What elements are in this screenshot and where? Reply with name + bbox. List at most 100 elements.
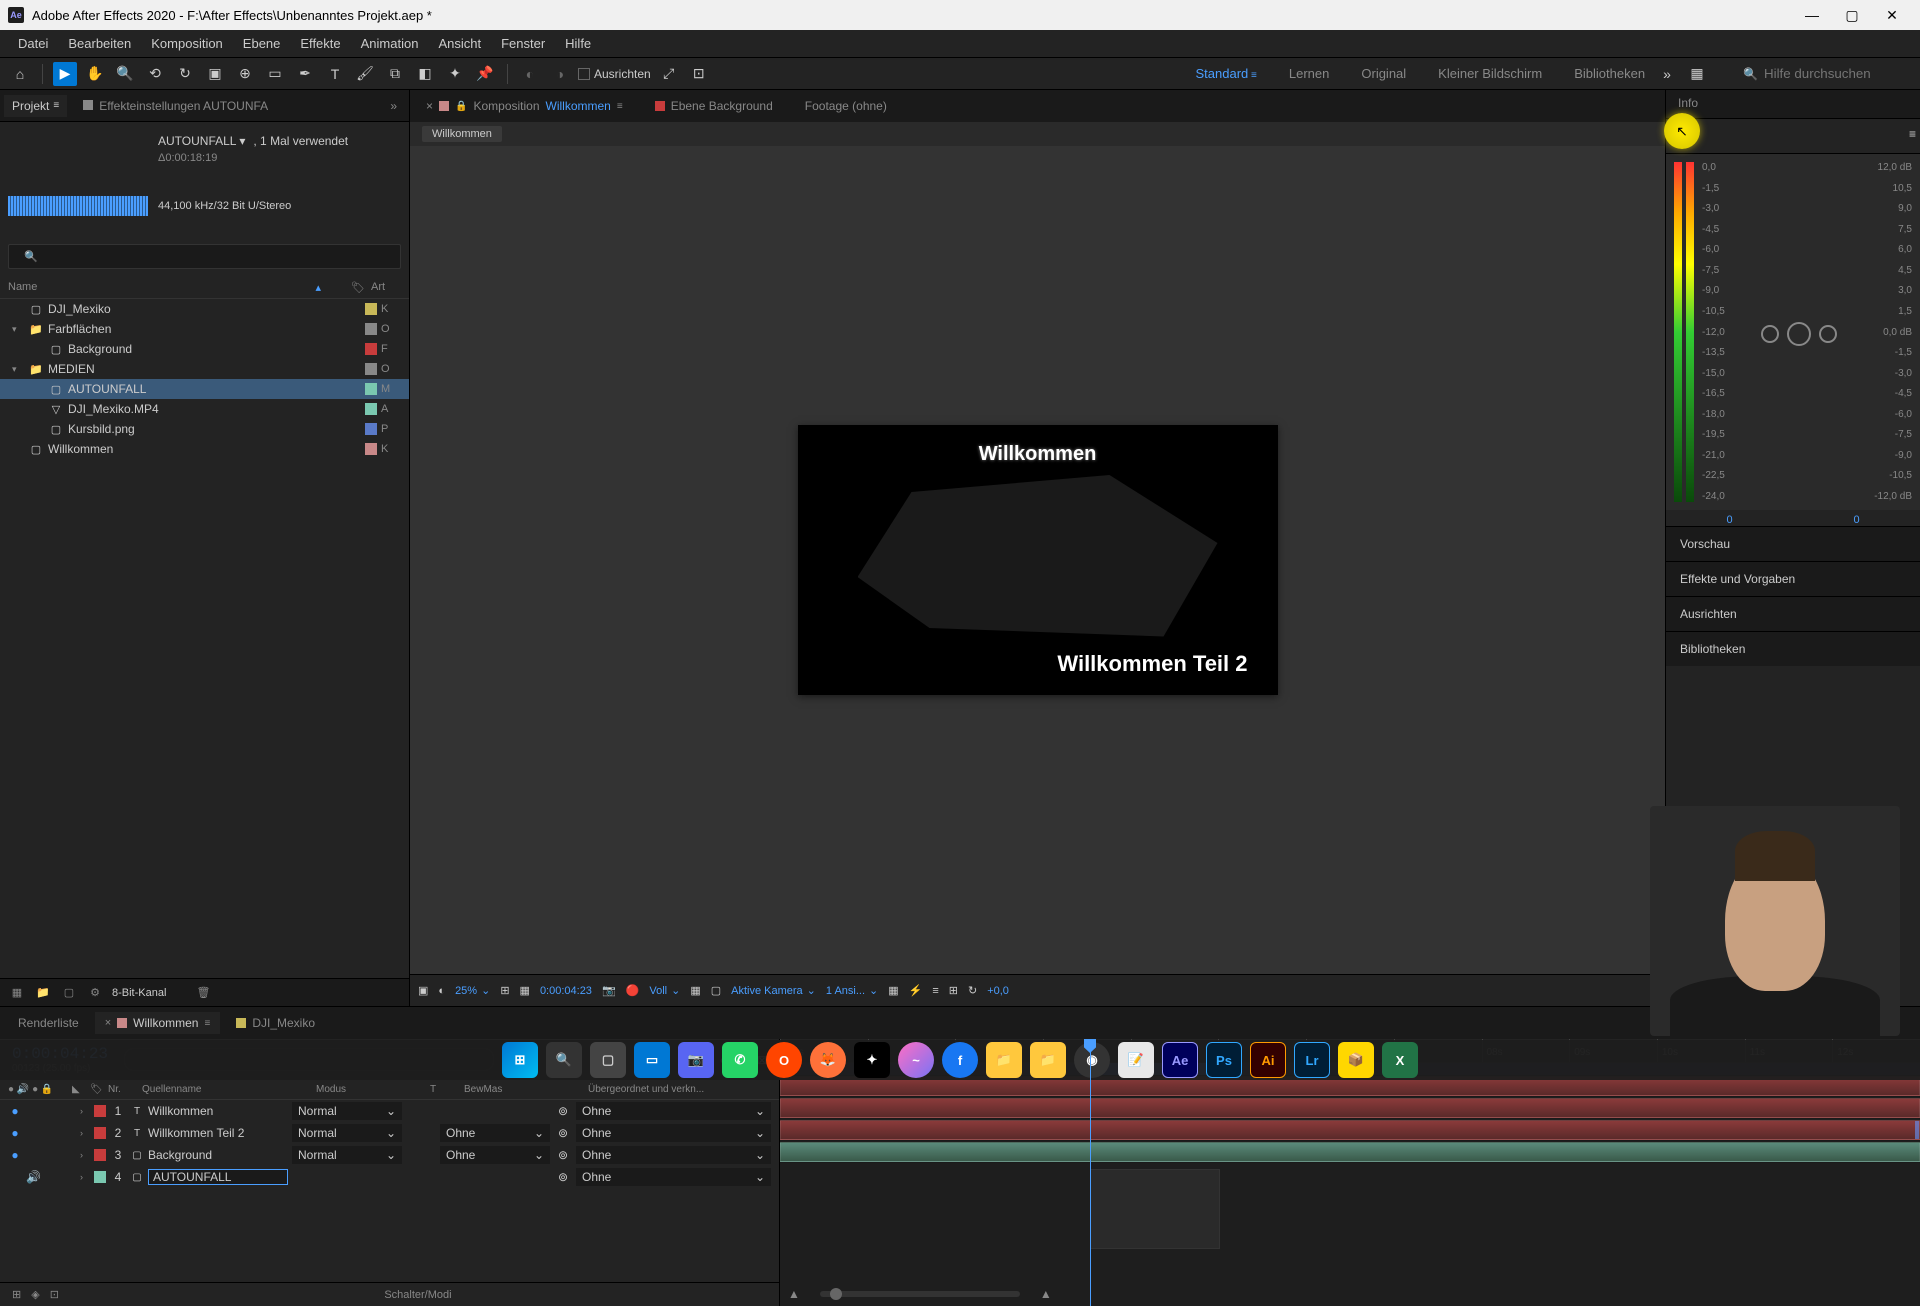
menu-ansicht[interactable]: Ansicht	[428, 32, 491, 55]
puppet-tool[interactable]: 📌	[473, 62, 497, 86]
taskbar-app[interactable]: ▭	[634, 1042, 670, 1078]
tree-item-autounfall[interactable]: ▢AUTOUNFALLM	[0, 379, 409, 399]
transparency-grid-icon[interactable]: ▦	[690, 984, 700, 997]
taskbar-app[interactable]: 📁	[986, 1042, 1022, 1078]
interpret-footage-icon[interactable]: ▦	[8, 984, 26, 1002]
taskbar-app[interactable]: 🔍	[546, 1042, 582, 1078]
workspace-overflow-icon[interactable]: »	[1655, 62, 1679, 86]
hand-tool[interactable]: ✋	[83, 62, 107, 86]
clip-willkommen-2[interactable]	[780, 1098, 1920, 1118]
switches-modes-toggle[interactable]: Schalter/Modi	[69, 1289, 767, 1301]
maximize-button[interactable]: ▢	[1842, 5, 1862, 25]
panel-effekte-und-vorgaben[interactable]: Effekte und Vorgaben	[1666, 561, 1920, 596]
camera-tool[interactable]: ▣	[203, 62, 227, 86]
workspace-original[interactable]: Original	[1357, 62, 1410, 85]
mask-visibility-icon[interactable]: ▣	[418, 984, 428, 997]
menu-bearbeiten[interactable]: Bearbeiten	[58, 32, 141, 55]
taskbar-app[interactable]: 📷	[678, 1042, 714, 1078]
project-tab[interactable]: Projekt≡	[4, 95, 67, 117]
level-knob-center[interactable]	[1787, 322, 1811, 346]
taskbar-app[interactable]: 🦊	[810, 1042, 846, 1078]
region-icon[interactable]: ▢	[711, 984, 721, 997]
speaker-column-icon[interactable]: 🔊	[17, 1084, 29, 1095]
workspace-layout-icon[interactable]: ▦	[1685, 62, 1709, 86]
close-button[interactable]: ✕	[1882, 5, 1902, 25]
settings-icon[interactable]: ⚙	[86, 984, 104, 1002]
taskbar-app[interactable]: ✦	[854, 1042, 890, 1078]
minimize-button[interactable]: —	[1802, 5, 1822, 25]
footage-tab[interactable]: Footage (ohne)	[797, 95, 895, 117]
tab-close-icon[interactable]: ×	[105, 1017, 111, 1029]
panel-menu-icon[interactable]: ≡	[1909, 127, 1916, 141]
eye-column-icon[interactable]: ●	[8, 1084, 14, 1095]
menu-animation[interactable]: Animation	[351, 32, 429, 55]
footer-toggle-1-icon[interactable]: ⊞	[12, 1288, 21, 1301]
zoom-in-icon[interactable]: ▲	[1040, 1287, 1052, 1301]
taskbar-app[interactable]: f	[942, 1042, 978, 1078]
grid-icon[interactable]: ▦	[520, 984, 530, 997]
menu-effekte[interactable]: Effekte	[290, 32, 350, 55]
zoom-dropdown[interactable]: 25% ⌄	[455, 984, 490, 997]
new-comp-icon[interactable]: ▢	[60, 984, 78, 1002]
level-knob-left[interactable]	[1761, 325, 1779, 343]
flowchart-crumb[interactable]: Willkommen	[422, 126, 502, 142]
taskbar-app[interactable]: 📦	[1338, 1042, 1374, 1078]
channel-icon[interactable]: 🔴	[626, 984, 640, 997]
text-tool[interactable]: T	[323, 62, 347, 86]
tool-option-1[interactable]: ◐	[518, 62, 542, 86]
sort-indicator-icon[interactable]: ▴	[315, 281, 321, 294]
tree-item-willkommen[interactable]: ▢WillkommenK	[0, 439, 409, 459]
playhead[interactable]	[1090, 1039, 1091, 1306]
zoom-slider[interactable]	[820, 1291, 1020, 1297]
tree-item-dji-mexiko-mp4[interactable]: ▽DJI_Mexiko.MP4A	[0, 399, 409, 419]
snapping-icon[interactable]: ⤢	[657, 62, 681, 86]
workspace-standard[interactable]: Standard ≡	[1192, 62, 1261, 85]
taskbar-app[interactable]: Ae	[1162, 1042, 1198, 1078]
menu-fenster[interactable]: Fenster	[491, 32, 555, 55]
footer-toggle-3-icon[interactable]: ⊡	[50, 1288, 59, 1301]
viewer-canvas-area[interactable]: Willkommen Willkommen Teil 2	[410, 146, 1665, 974]
header-art[interactable]: Art	[371, 281, 401, 294]
tool-option-2[interactable]: ◑	[548, 62, 572, 86]
workspace-kleiner-bildschirm[interactable]: Kleiner Bildschirm	[1434, 62, 1546, 85]
zoom-out-icon[interactable]: ▲	[788, 1287, 800, 1301]
help-search-input[interactable]	[1764, 66, 1904, 81]
home-icon[interactable]: ⌂	[8, 62, 32, 86]
renderlist-tab[interactable]: Renderliste	[8, 1012, 89, 1034]
zoom-tool[interactable]: 🔍	[113, 62, 137, 86]
layer-row-background[interactable]: ●›3▢BackgroundNormal⌄Ohne⌄⊚Ohne⌄	[0, 1144, 779, 1166]
solo-column-icon[interactable]: ●	[32, 1084, 38, 1095]
shape-tool[interactable]: ▭	[263, 62, 287, 86]
tree-item-medien[interactable]: ▾📁MEDIENO	[0, 359, 409, 379]
timeline-tab-willkommen[interactable]: × Willkommen ≡	[95, 1012, 221, 1034]
snapping-icon-2[interactable]: ⊡	[687, 62, 711, 86]
menu-datei[interactable]: Datei	[8, 32, 58, 55]
new-folder-icon[interactable]: 📁	[34, 984, 52, 1002]
comp-flow-icon[interactable]: ⊞	[949, 984, 958, 997]
layer-row-willkommen-teil-2[interactable]: ●›2TWillkommen Teil 2Normal⌄Ohne⌄⊚Ohne⌄	[0, 1122, 779, 1144]
clip-autounfall[interactable]	[780, 1142, 1920, 1162]
workspace-bibliotheken[interactable]: Bibliotheken	[1570, 62, 1649, 85]
taskbar-app[interactable]: 📁	[1030, 1042, 1066, 1078]
timecode-display[interactable]: 0:00:04:23	[540, 985, 592, 997]
lock-column-icon[interactable]: 🔒	[41, 1084, 53, 1095]
asset-name-dropdown[interactable]: AUTOUNFALL ▾	[158, 134, 245, 148]
quality-dropdown[interactable]: Voll ⌄	[649, 984, 680, 997]
taskbar-app[interactable]: ⊞	[502, 1042, 538, 1078]
project-search-input[interactable]	[8, 244, 401, 269]
layer-row-willkommen[interactable]: ●›1TWillkommenNormal⌄⊚Ohne⌄	[0, 1100, 779, 1122]
clip-background[interactable]	[780, 1120, 1920, 1140]
tree-item-dji-mexiko[interactable]: ▢DJI_MexikoK	[0, 299, 409, 319]
fast-preview-icon[interactable]: ⚡	[909, 984, 923, 997]
snapshot-icon[interactable]: 📷	[602, 984, 616, 997]
camera-dropdown[interactable]: Aktive Kamera ⌄	[731, 984, 816, 997]
taskbar-app[interactable]: ✆	[722, 1042, 758, 1078]
orbit-tool[interactable]: ⟲	[143, 62, 167, 86]
taskbar-app[interactable]: Lr	[1294, 1042, 1330, 1078]
resolution-icon[interactable]: ⊞	[500, 984, 509, 997]
selection-tool[interactable]: ▶	[53, 62, 77, 86]
taskbar-app[interactable]: ~	[898, 1042, 934, 1078]
level-knob-right[interactable]	[1819, 325, 1837, 343]
eraser-tool[interactable]: ◧	[413, 62, 437, 86]
views-dropdown[interactable]: 1 Ansi... ⌄	[826, 984, 878, 997]
